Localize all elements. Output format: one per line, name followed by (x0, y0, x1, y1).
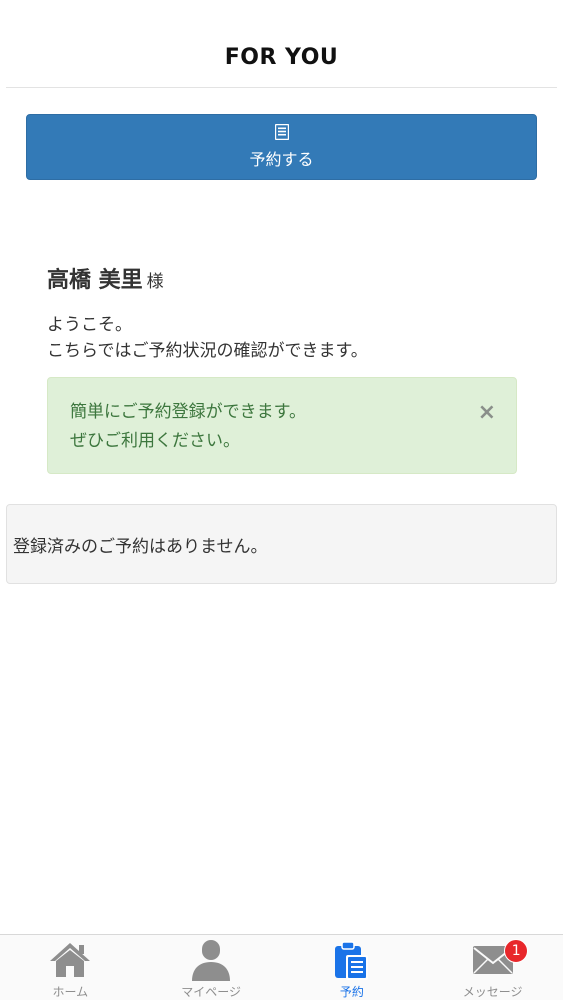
user-name: 高橋 美里 (47, 268, 143, 293)
greeting-section: 高橋 美里様 ようこそ。 こちらではご予約状況の確認ができます。 (47, 262, 517, 364)
user-name-line: 高橋 美里様 (47, 262, 517, 294)
header-divider (6, 87, 557, 88)
reservation-list-empty: 登録済みのご予約はありません。 (6, 504, 557, 584)
welcome-text: ようこそ。 こちらではご予約状況の確認ができます。 (47, 312, 517, 364)
tab-mypage-label: マイページ (181, 985, 241, 999)
reservation-screen: FOR YOU 予約する 高橋 美里様 ようこそ。 こちらではご予約状況の確認が… (0, 0, 563, 1000)
alert-line-2: ぜひご利用ください。 (70, 431, 240, 451)
tab-message-label: メッセージ (462, 985, 523, 999)
tab-message[interactable]: 1 メッセージ (422, 935, 563, 1000)
tab-mypage[interactable]: マイページ (141, 935, 282, 1000)
alert-line-1: 簡単にご予約登録ができます。 (70, 402, 306, 422)
make-reservation-button[interactable]: 予約する (26, 114, 537, 180)
tab-home-label: ホーム (52, 985, 89, 999)
page-title: FOR YOU (224, 44, 339, 70)
make-reservation-label: 予約する (249, 150, 314, 169)
unread-badge: 1 (504, 939, 529, 963)
person-icon (189, 939, 233, 981)
welcome-line-2: こちらではご予約状況の確認ができます。 (47, 341, 368, 361)
close-icon[interactable]: × (478, 402, 496, 424)
welcome-line-1: ようこそ。 (47, 315, 132, 335)
app-header: FOR YOU (0, 0, 563, 88)
list-document-icon (274, 124, 289, 140)
tab-home[interactable]: ホーム (0, 935, 141, 1000)
tab-reservation-label: 予約 (339, 985, 364, 999)
bottom-tab-bar: ホーム マイページ 予約 1 メッセージ (0, 934, 563, 1000)
clipboard-icon (330, 939, 374, 981)
info-alert: 簡単にご予約登録ができます。 ぜひご利用ください。 × (47, 377, 517, 474)
empty-message: 登録済みのご予約はありません。 (13, 536, 268, 557)
honorific: 様 (146, 272, 164, 292)
tab-reservation[interactable]: 予約 (282, 935, 423, 1000)
home-icon (48, 939, 92, 981)
